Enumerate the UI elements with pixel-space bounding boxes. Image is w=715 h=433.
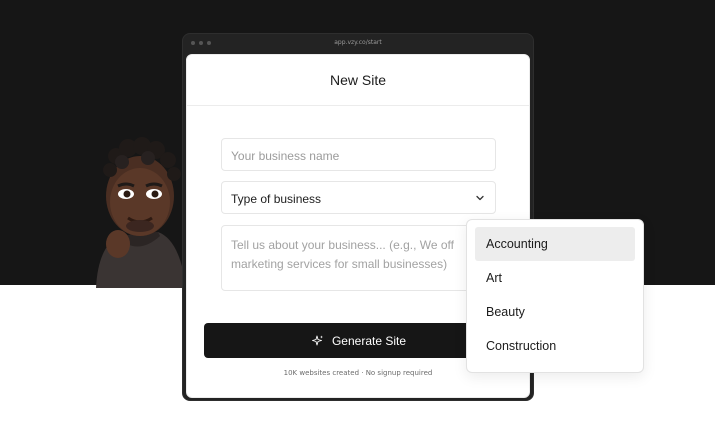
browser-toolbar: app.vzy.co/start: [183, 34, 533, 54]
dropdown-option-accounting[interactable]: Accounting: [475, 227, 635, 261]
header-divider: [187, 105, 529, 106]
memoji-avatar: [96, 137, 186, 288]
page-title: New Site: [329, 72, 387, 88]
description-placeholder-line1: Tell us about your business... (e.g., We…: [231, 238, 455, 252]
chevron-down-icon: [476, 195, 484, 201]
dropdown-option-construction[interactable]: Construction: [475, 329, 635, 363]
business-type-value: Type of business: [231, 192, 322, 206]
description-placeholder-line2: marketing services for small businesses): [231, 257, 448, 271]
address-bar-url: app.vzy.co/start: [334, 39, 382, 46]
business-type-dropdown: Accounting Art Beauty Construction: [466, 219, 644, 373]
dropdown-option-beauty[interactable]: Beauty: [475, 295, 635, 329]
business-type-select[interactable]: Type of business: [221, 181, 496, 214]
sparkle-icon: [312, 335, 323, 345]
business-description-textarea[interactable]: Tell us about your business... (e.g., We…: [221, 225, 496, 291]
generate-site-label: Generate Site: [331, 333, 407, 348]
business-name-input[interactable]: Your business name: [221, 138, 496, 171]
business-name-placeholder: Your business name: [231, 149, 340, 163]
dropdown-option-art[interactable]: Art: [475, 261, 635, 295]
